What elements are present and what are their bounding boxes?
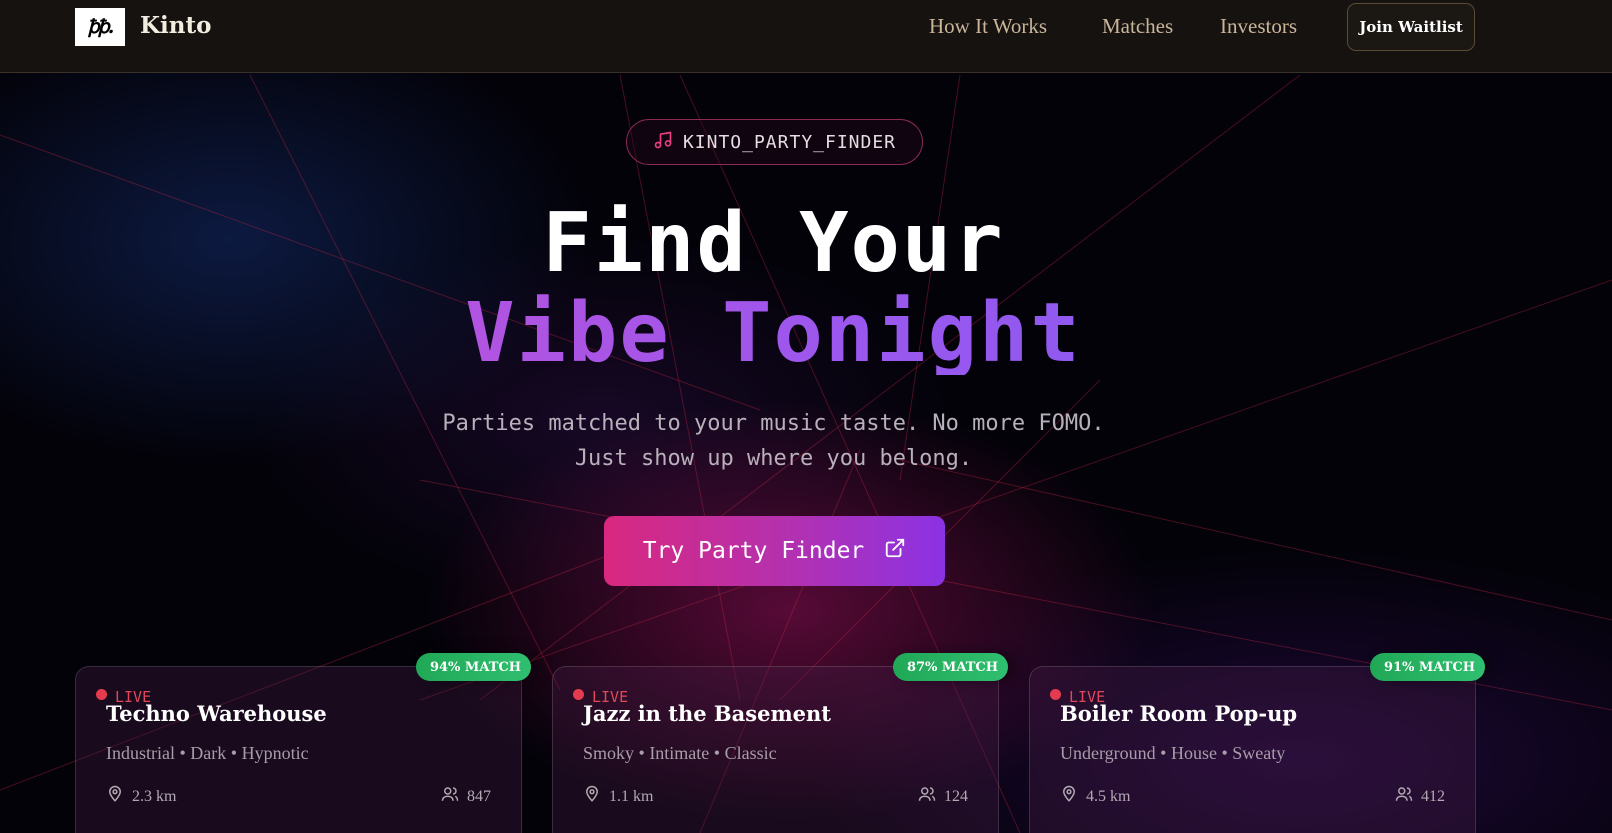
brand-name[interactable]: Kinto [140,12,211,39]
join-waitlist-button[interactable]: Join Waitlist [1347,3,1475,51]
hero-title-line2: Vibe Tonight [0,293,1547,375]
live-dot-icon [1050,688,1061,700]
attendee-info: 124 [918,785,968,808]
match-badge: 87% MATCH [892,653,1008,681]
people-icon [441,785,459,808]
location-pin-icon [1060,785,1078,808]
logo-mark[interactable]: ꝥꝥ. [75,8,125,46]
attendee-info: 412 [1395,785,1445,808]
party-tags: Industrial • Dark • Hypnotic [106,743,309,763]
party-title: Boiler Room Pop-up [1060,701,1298,726]
distance-value: 2.3 km [132,787,177,805]
distance-info: 1.1 km [583,785,653,808]
distance-value: 1.1 km [609,787,654,805]
party-tags: Smoky • Intimate • Classic [583,743,777,763]
external-link-icon [884,537,906,565]
distance-info: 4.5 km [1060,785,1130,808]
party-title: Techno Warehouse [106,701,327,726]
music-note-icon [653,130,673,155]
nav-link-investors[interactable]: Investors [1220,14,1297,39]
match-badge: 94% MATCH [415,653,531,681]
location-pin-icon [583,785,601,808]
cta-label: Try Party Finder [642,538,865,564]
live-dot-icon [573,688,584,700]
location-pin-icon [106,785,124,808]
party-card[interactable]: 91% MATCH LIVE Boiler Room Pop-up Underg… [1029,653,1485,833]
party-title: Jazz in the Basement [583,701,831,726]
distance-info: 2.3 km [106,785,176,808]
nav-link-how-it-works[interactable]: How It Works [929,14,1047,39]
party-card[interactable]: 94% MATCH LIVE Techno Warehouse Industri… [75,653,531,833]
hero-subtitle-line2: Just show up where you belong. [574,446,973,471]
attendee-count: 847 [467,787,491,805]
product-badge: KINTO_PARTY_FINDER [626,119,923,165]
live-dot-icon [96,688,107,700]
people-icon [918,785,936,808]
attendee-info: 847 [441,785,491,808]
hero-title-line1: Find Your [542,196,1005,291]
try-party-finder-button[interactable]: Try Party Finder [604,516,945,586]
attendee-count: 412 [1421,787,1445,805]
nav-link-matches[interactable]: Matches [1102,14,1173,39]
attendee-count: 124 [944,787,968,805]
party-tags: Underground • House • Sweaty [1060,743,1286,763]
top-navbar: ꝥꝥ. Kinto How It Works Matches Investors… [0,0,1612,73]
match-badge: 91% MATCH [1369,653,1485,681]
party-card[interactable]: 87% MATCH LIVE Jazz in the Basement Smok… [552,653,1008,833]
distance-value: 4.5 km [1086,787,1131,805]
hero-subtitle-line1: Parties matched to your music taste. No … [442,411,1105,436]
badge-label: KINTO_PARTY_FINDER [682,131,897,153]
people-icon [1395,785,1413,808]
